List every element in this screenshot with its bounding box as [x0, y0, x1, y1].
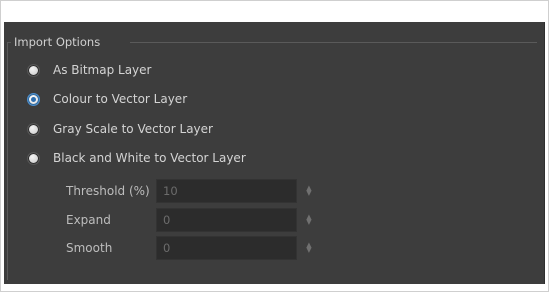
- expand-row: Expand 0 ▲ ▼: [66, 207, 314, 233]
- radio-option-colour-vector[interactable]: Colour to Vector Layer: [28, 90, 187, 108]
- spin-arrows-icon[interactable]: ▲ ▼: [304, 185, 314, 197]
- radio-icon[interactable]: [28, 64, 39, 76]
- smooth-input[interactable]: 0: [156, 236, 297, 260]
- smooth-row: Smooth 0 ▲ ▼: [66, 235, 314, 261]
- group-border-top: [130, 42, 537, 43]
- radio-option-bitmap[interactable]: As Bitmap Layer: [28, 61, 151, 79]
- radio-option-grayscale-vector[interactable]: Gray Scale to Vector Layer: [28, 120, 213, 138]
- expand-label: Expand: [66, 213, 111, 227]
- radio-label-bw-vector: Black and White to Vector Layer: [53, 151, 246, 165]
- import-options-panel: Import Options As Bitmap Layer Colour to…: [4, 22, 545, 284]
- threshold-row: Threshold (%) 10 ▲ ▼: [66, 178, 314, 204]
- threshold-input[interactable]: 10: [156, 179, 297, 203]
- radio-label-bitmap: As Bitmap Layer: [53, 63, 152, 77]
- radio-selected-icon[interactable]: [28, 93, 39, 105]
- group-border-vertical: [7, 42, 8, 280]
- expand-input[interactable]: 0: [156, 208, 297, 232]
- radio-icon[interactable]: [28, 152, 39, 164]
- threshold-label: Threshold (%): [66, 184, 150, 198]
- spin-arrows-icon[interactable]: ▲ ▼: [304, 214, 314, 226]
- radio-label-grayscale-vector: Gray Scale to Vector Layer: [53, 122, 213, 136]
- radio-icon[interactable]: [28, 123, 39, 135]
- import-options-group: Import Options As Bitmap Layer Colour to…: [4, 22, 544, 284]
- smooth-label: Smooth: [66, 241, 113, 255]
- radio-option-bw-vector[interactable]: Black and White to Vector Layer: [28, 149, 246, 167]
- group-title: Import Options: [14, 35, 101, 49]
- radio-label-colour-vector: Colour to Vector Layer: [53, 92, 188, 106]
- spin-arrows-icon[interactable]: ▲ ▼: [304, 242, 314, 254]
